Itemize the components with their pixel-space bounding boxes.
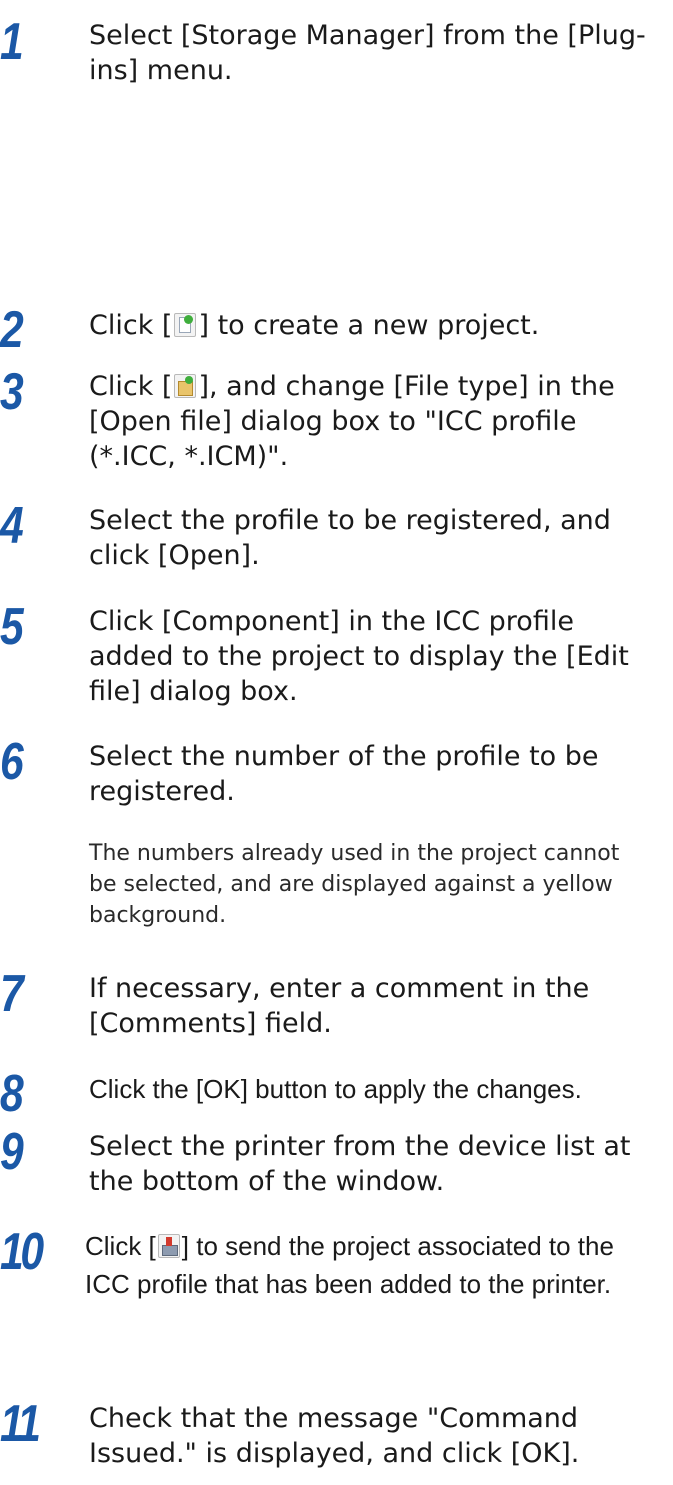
step-text: Select the number of the profile to be r… bbox=[89, 741, 599, 807]
step-number: 4 bbox=[0, 497, 24, 555]
step-number: 6 bbox=[0, 733, 24, 791]
step-text: Click [] to send the project associated … bbox=[85, 1227, 661, 1303]
step-text: Click [], and change [File type] in the … bbox=[89, 369, 661, 474]
step-text: Click [ ] to create a new project. bbox=[89, 308, 661, 343]
step-text-part: Click [ bbox=[89, 371, 173, 402]
step-text-part: Click [ bbox=[89, 310, 173, 341]
step-text-part: ] to create a new project. bbox=[198, 310, 540, 341]
step-number: 10 bbox=[0, 1223, 44, 1281]
step-text: Select the profile to be registered, and… bbox=[89, 505, 611, 571]
add-file-icon bbox=[174, 374, 197, 398]
step-number: 1 bbox=[0, 13, 24, 71]
step-text-part: Click [ bbox=[85, 1231, 156, 1261]
step-number: 11 bbox=[0, 1395, 41, 1453]
step-text: Check that the message "Command Issued."… bbox=[89, 1403, 580, 1469]
step-text: If necessary, enter a comment in the [Co… bbox=[89, 973, 590, 1039]
new-project-icon bbox=[174, 313, 197, 337]
step-number: 8 bbox=[0, 1065, 24, 1123]
step-text: Select [Storage Manager] from the [Plug-… bbox=[89, 20, 646, 86]
step-number: 3 bbox=[0, 363, 24, 421]
step-number: 5 bbox=[0, 598, 24, 656]
step-text: Select the printer from the device list … bbox=[89, 1131, 631, 1197]
step-text: Click [Component] in the ICC profile add… bbox=[89, 606, 629, 707]
step-text: Click the [OK] button to apply the chang… bbox=[89, 1074, 582, 1104]
step-number: 9 bbox=[0, 1123, 24, 1181]
step-number: 2 bbox=[0, 301, 24, 359]
send-project-icon bbox=[157, 1234, 180, 1258]
step-number: 7 bbox=[0, 965, 24, 1023]
step-note: The numbers already used in the project … bbox=[89, 841, 620, 928]
